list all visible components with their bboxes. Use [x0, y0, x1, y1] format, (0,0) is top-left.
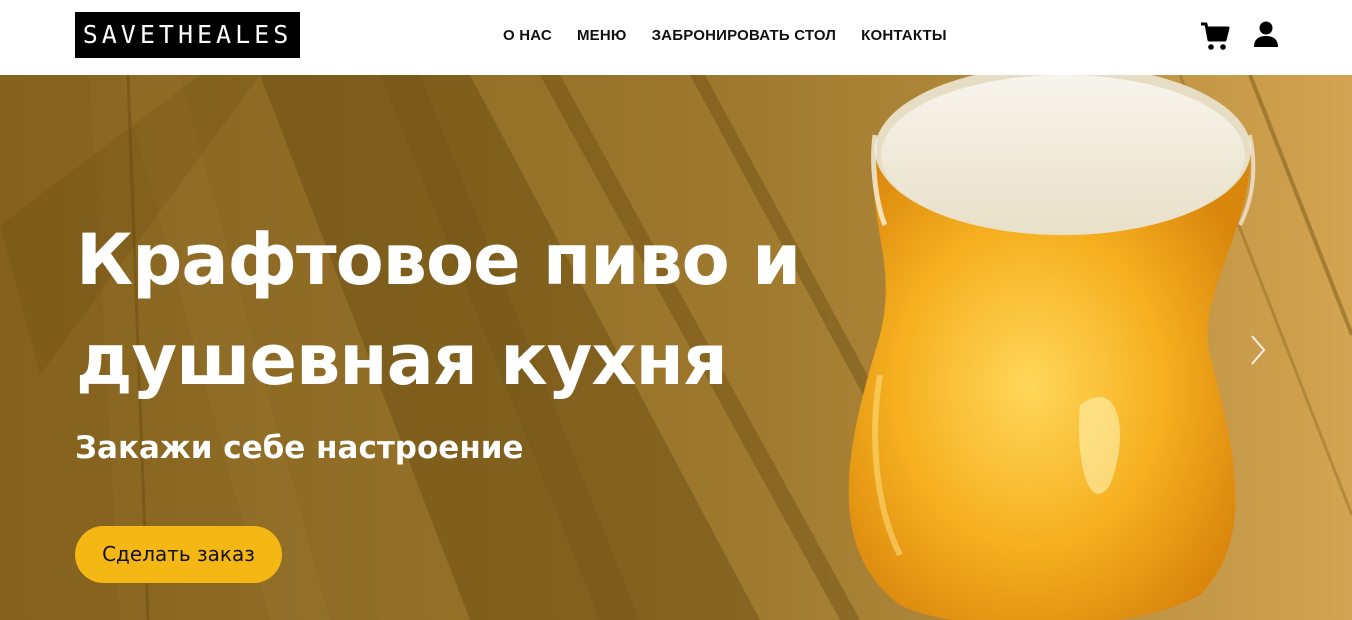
account-button[interactable] — [1252, 20, 1280, 48]
nav-link-book-table[interactable]: ЗАБРОНИРОВАТЬ СТОЛ — [652, 26, 837, 46]
hero-banner: Крафтовое пиво и душевная кухня Закажи с… — [0, 75, 1352, 620]
cart-button[interactable] — [1199, 20, 1231, 52]
chevron-right-icon — [1251, 335, 1266, 365]
hero-title-line-2: душевная кухня — [76, 319, 728, 401]
nav-link-menu[interactable]: МЕНЮ — [577, 26, 627, 46]
site-header: SAVETHEALES О НАС МЕНЮ ЗАБРОНИРОВАТЬ СТО… — [0, 0, 1352, 75]
place-order-button[interactable]: Сделать заказ — [75, 526, 282, 583]
logo[interactable]: SAVETHEALES — [75, 12, 300, 58]
hero-title-line-1: Крафтовое пиво и — [76, 219, 801, 301]
hero-title: Крафтовое пиво и душевная кухня — [76, 210, 876, 410]
user-icon — [1254, 21, 1278, 47]
nav-link-contacts[interactable]: КОНТАКТЫ — [861, 26, 947, 46]
hero-subtitle: Закажи себе настроение — [75, 430, 524, 466]
cart-icon — [1201, 22, 1230, 50]
main-nav: О НАС МЕНЮ ЗАБРОНИРОВАТЬ СТОЛ КОНТАКТЫ — [503, 26, 947, 46]
carousel-next-button[interactable] — [1246, 332, 1270, 368]
nav-link-about[interactable]: О НАС — [503, 26, 552, 46]
